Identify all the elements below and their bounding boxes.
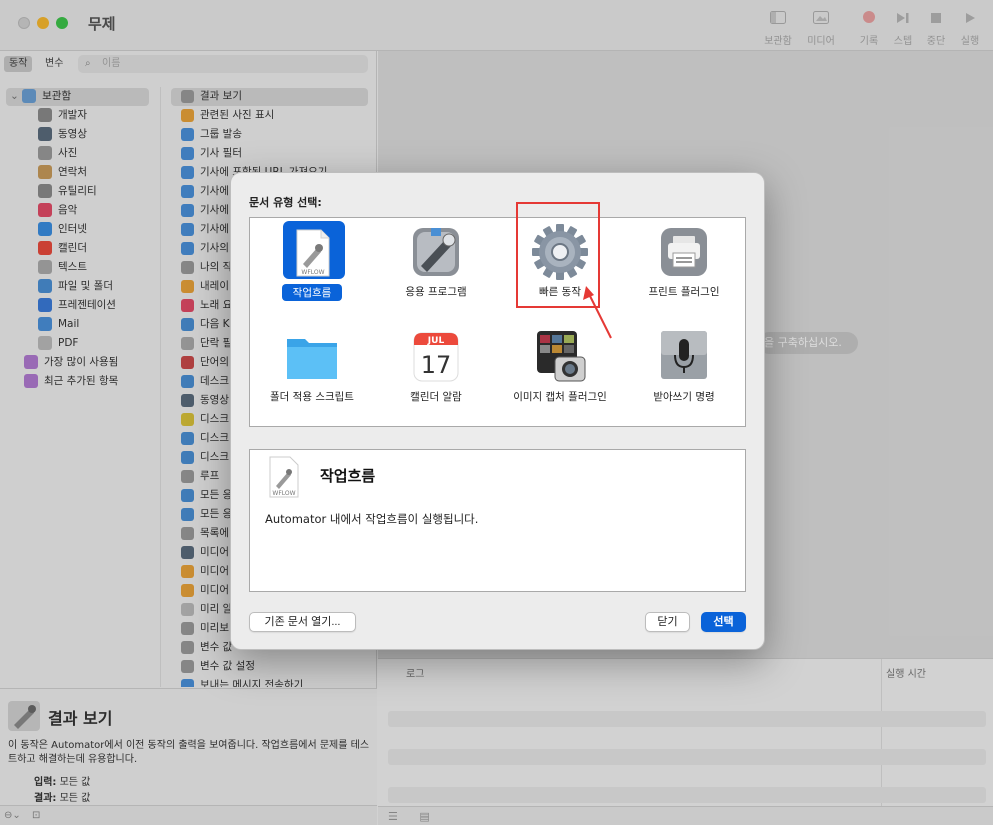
workflow-document-icon: WFLOW bbox=[268, 456, 300, 498]
document-type-detail: WFLOW 작업흐름 Automator 내에서 작업흐름이 실행됩니다. bbox=[249, 449, 746, 592]
type-workflow[interactable]: WFLOW 작업흐름 bbox=[250, 218, 374, 318]
automator-app-icon bbox=[405, 224, 467, 280]
type-print-plugin[interactable]: 프린트 플러그인 bbox=[622, 218, 746, 318]
type-workflow-label: 작업흐름 bbox=[282, 284, 342, 301]
type-dictation-command[interactable]: 받아쓰기 명령 bbox=[622, 323, 746, 423]
workflow-document-icon: WFLOW bbox=[281, 224, 343, 280]
type-application[interactable]: 응용 프로그램 bbox=[374, 218, 498, 318]
type-application-label: 응용 프로그램 bbox=[405, 286, 467, 298]
image-capture-icon bbox=[529, 329, 591, 385]
annotation-highlight-box bbox=[516, 202, 600, 308]
type-dictation-command-label: 받아쓰기 명령 bbox=[653, 391, 715, 403]
detail-title: 작업흐름 bbox=[320, 467, 376, 485]
dialog-heading: 문서 유형 선택: bbox=[249, 196, 322, 209]
microphone-icon bbox=[653, 329, 715, 385]
type-calendar-alarm-label: 캘린더 알람 bbox=[410, 391, 462, 403]
type-print-plugin-label: 프린트 플러그인 bbox=[648, 286, 720, 298]
open-existing-document-button[interactable]: 기존 문서 열기... bbox=[249, 612, 356, 632]
type-calendar-alarm[interactable]: JUL 17 캘린더 알람 bbox=[374, 323, 498, 423]
svg-text:WFLOW: WFLOW bbox=[301, 269, 324, 276]
type-folder-action[interactable]: 폴더 적용 스크립트 bbox=[250, 323, 374, 423]
printer-icon bbox=[653, 224, 715, 280]
calendar-icon: JUL 17 bbox=[405, 329, 467, 385]
choose-button[interactable]: 선택 bbox=[701, 612, 746, 632]
document-type-grid: WFLOW 작업흐름 응용 프로그램 빠른 동작 프린트 플러그인 폴더 적용 … bbox=[249, 217, 746, 427]
detail-description: Automator 내에서 작업흐름이 실행됩니다. bbox=[265, 512, 479, 526]
calendar-day: 17 bbox=[421, 351, 452, 379]
close-button[interactable]: 닫기 bbox=[645, 612, 690, 632]
type-folder-action-label: 폴더 적용 스크립트 bbox=[270, 391, 354, 403]
folder-icon bbox=[281, 329, 343, 385]
document-type-dialog: 문서 유형 선택: WFLOW 작업흐름 응용 프로그램 빠른 동작 프린트 플… bbox=[230, 172, 765, 650]
detail-icon-caption: WFLOW bbox=[272, 490, 295, 497]
type-image-capture-plugin-label: 이미지 캡처 플러그인 bbox=[513, 391, 607, 403]
type-image-capture-plugin[interactable]: 이미지 캡처 플러그인 bbox=[498, 323, 622, 423]
calendar-month: JUL bbox=[427, 336, 445, 346]
